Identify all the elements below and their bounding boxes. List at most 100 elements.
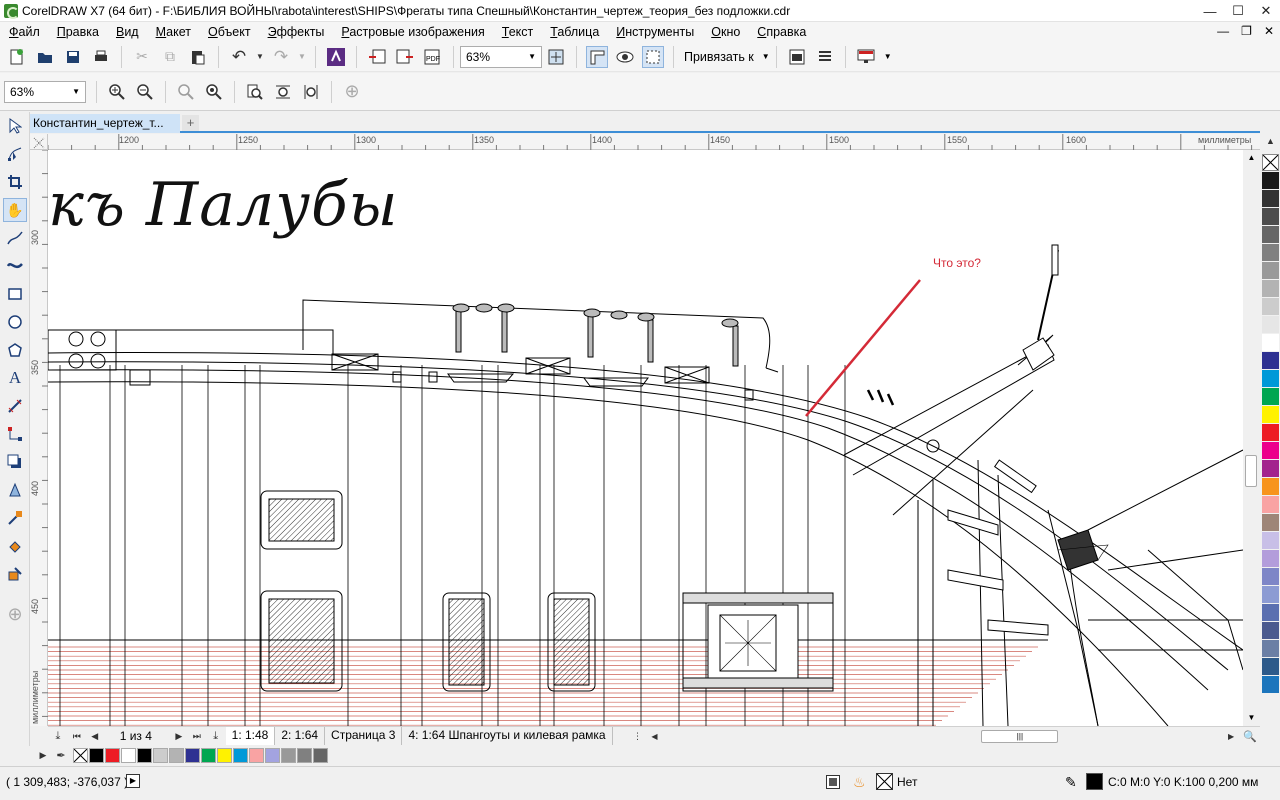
menu-window[interactable]: Окно — [711, 25, 740, 39]
outline-color-swatch[interactable] — [1086, 773, 1103, 790]
menu-view[interactable]: Вид — [116, 25, 139, 39]
menu-object[interactable]: Объект — [208, 25, 251, 39]
doc-palette-swatch[interactable] — [217, 747, 232, 763]
doc-palette-swatch[interactable] — [201, 747, 216, 763]
new-document-icon[interactable] — [6, 46, 28, 68]
palette-swatch[interactable] — [1262, 316, 1279, 333]
ellipse-tool-icon[interactable] — [3, 310, 27, 334]
show-rulers-icon[interactable] — [586, 45, 608, 68]
doc-close-button[interactable]: ✕ — [1264, 24, 1274, 38]
menu-layout[interactable]: Макет — [156, 25, 191, 39]
rectangle-tool-icon[interactable] — [3, 282, 27, 306]
artistic-media-tool-icon[interactable] — [3, 254, 27, 278]
redo-icon[interactable]: ↷ — [270, 46, 292, 68]
search-content-icon[interactable] — [325, 46, 347, 68]
palette-swatch[interactable] — [1262, 550, 1279, 567]
zoom-to-selected-icon[interactable] — [175, 81, 197, 103]
vertical-ruler[interactable]: 300 350 400 450 миллиметры — [30, 150, 48, 726]
drop-shadow-tool-icon[interactable] — [3, 450, 27, 474]
ruler-origin[interactable] — [30, 134, 48, 150]
doc-restore-button[interactable]: ❐ — [1241, 24, 1252, 38]
hscroll-left-icon[interactable]: ◀ — [649, 725, 661, 747]
zoom-to-page-width-icon[interactable] — [272, 81, 294, 103]
doc-palette-swatch[interactable] — [233, 747, 248, 763]
doc-palette-swatch[interactable] — [265, 747, 280, 763]
palette-swatch[interactable] — [1262, 388, 1279, 405]
color-eyedropper-tool-icon[interactable] — [3, 506, 27, 530]
palette-swatch[interactable] — [1262, 406, 1279, 423]
import-icon[interactable] — [366, 46, 388, 68]
horizontal-ruler[interactable]: 1200 1250 1300 1350 1400 1450 1500 1550 … — [48, 134, 1260, 150]
document-color-settings-icon[interactable] — [826, 775, 840, 789]
pick-tool-icon[interactable] — [3, 114, 27, 138]
fill-none-swatch[interactable] — [876, 773, 893, 790]
palette-swatch[interactable] — [1262, 352, 1279, 369]
vertical-scrollbar[interactable]: ▲ ▼ — [1243, 150, 1260, 726]
doc-palette-swatch[interactable] — [121, 747, 136, 763]
doc-palette-no-color-swatch[interactable] — [73, 747, 88, 763]
print-icon[interactable] — [90, 46, 112, 68]
scroll-thumb[interactable] — [1245, 455, 1257, 487]
doc-palette-swatch[interactable] — [281, 747, 296, 763]
palette-swatch[interactable] — [1262, 172, 1279, 189]
status-expand-icon[interactable]: ▶ — [126, 774, 140, 788]
palette-swatch[interactable] — [1262, 586, 1279, 603]
freehand-tool-icon[interactable] — [3, 226, 27, 250]
polygon-tool-icon[interactable] — [3, 338, 27, 362]
no-color-swatch[interactable] — [1262, 154, 1279, 171]
zoom-all-objects-icon[interactable] — [203, 81, 225, 103]
export-icon[interactable] — [394, 46, 416, 68]
palette-swatch[interactable] — [1262, 262, 1279, 279]
full-screen-preview-icon[interactable] — [545, 46, 567, 68]
options-icon[interactable] — [786, 46, 808, 68]
add-tool-icon[interactable]: ⊕ — [3, 602, 27, 626]
menu-tools[interactable]: Инструменты — [616, 25, 694, 39]
palette-swatch[interactable] — [1262, 622, 1279, 639]
page-tab-4[interactable]: 4: 1:64 Шпангоуты и килевая рамка — [402, 727, 613, 745]
application-launcher-icon[interactable] — [814, 46, 836, 68]
doc-palette-swatch[interactable] — [153, 747, 168, 763]
palette-swatch[interactable] — [1262, 208, 1279, 225]
parallel-dimension-tool-icon[interactable] — [3, 394, 27, 418]
doc-palette-swatch[interactable] — [169, 747, 184, 763]
palette-swatch[interactable] — [1262, 226, 1279, 243]
paste-icon[interactable] — [187, 46, 209, 68]
doc-palette-menu-icon[interactable]: ▶ — [38, 744, 48, 766]
shape-tool-icon[interactable] — [3, 142, 27, 166]
undo-icon[interactable]: ↶ — [228, 46, 250, 68]
previous-page-icon[interactable]: ◀ — [89, 725, 101, 747]
page-tab-2[interactable]: 2: 1:64 — [275, 727, 326, 745]
palette-swatch[interactable] — [1262, 676, 1279, 693]
smart-fill-tool-icon[interactable] — [3, 562, 27, 586]
welcome-screen-icon[interactable] — [855, 46, 877, 68]
scroll-down-arrow-icon[interactable]: ▼ — [1243, 710, 1260, 726]
fill-bucket-icon[interactable]: ♨ — [853, 774, 866, 791]
crop-tool-icon[interactable] — [3, 170, 27, 194]
menu-help[interactable]: Справка — [757, 25, 806, 39]
save-icon[interactable] — [62, 46, 84, 68]
document-tab[interactable]: Константин_чертеж_т... — [30, 114, 180, 133]
palette-swatch[interactable] — [1262, 298, 1279, 315]
pan-tool-icon[interactable]: ✋ — [3, 198, 27, 222]
palette-swatch[interactable] — [1262, 658, 1279, 675]
drawing-canvas[interactable]: къ Палубы Что это? — [48, 150, 1243, 726]
doc-palette-swatch[interactable] — [89, 747, 104, 763]
menu-bitmaps[interactable]: Растровые изображения — [341, 25, 484, 39]
add-page-after-icon[interactable]: ⤓ — [209, 725, 223, 747]
last-page-icon[interactable]: ⏭ — [191, 725, 203, 747]
page-tab-1[interactable]: 1: 1:48 — [225, 727, 276, 745]
interactive-fill-tool-icon[interactable] — [3, 534, 27, 558]
palette-swatch[interactable] — [1262, 370, 1279, 387]
publish-pdf-icon[interactable]: PDF — [422, 46, 444, 68]
text-tool-icon[interactable]: A — [3, 366, 27, 390]
palette-swatch[interactable] — [1262, 280, 1279, 297]
doc-palette-swatch[interactable] — [297, 747, 312, 763]
doc-palette-swatch[interactable] — [185, 747, 200, 763]
palette-swatch[interactable] — [1262, 442, 1279, 459]
doc-palette-swatch[interactable] — [137, 747, 152, 763]
palette-swatch[interactable] — [1262, 514, 1279, 531]
add-toolbar-item-icon[interactable]: ⊕ — [341, 81, 363, 103]
palette-swatch[interactable] — [1262, 532, 1279, 549]
doc-palette-swatch[interactable] — [249, 747, 264, 763]
scroll-up-arrow-icon[interactable]: ▲ — [1243, 150, 1260, 166]
